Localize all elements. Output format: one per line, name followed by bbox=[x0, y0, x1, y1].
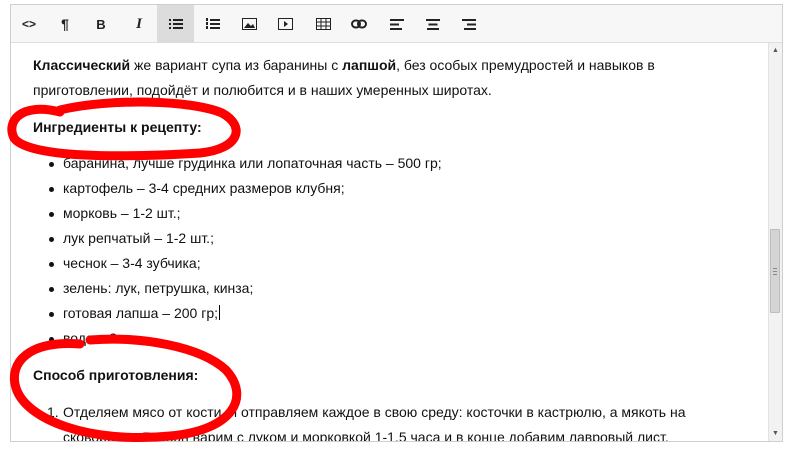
insert-video-button[interactable] bbox=[267, 5, 303, 43]
list-item: баранина, лучше грудинка или лопаточная … bbox=[33, 151, 442, 176]
bullet-list-button[interactable] bbox=[157, 5, 194, 43]
pilcrow-icon: ¶ bbox=[61, 16, 69, 32]
italic-icon: I bbox=[136, 15, 142, 32]
editor-toolbar: <> ¶ B I bbox=[11, 5, 782, 43]
scroll-up-icon[interactable]: ▲ bbox=[771, 46, 780, 55]
intro-bold-term: Классический bbox=[33, 57, 131, 73]
rich-text-editor: <> ¶ B I Классический же вариант супа из… bbox=[10, 4, 783, 442]
vertical-scrollbar[interactable]: ▲ ▼ bbox=[768, 43, 782, 441]
numbered-list-button[interactable] bbox=[195, 5, 231, 43]
image-icon bbox=[241, 18, 257, 30]
align-right-button[interactable] bbox=[451, 5, 487, 43]
link-icon bbox=[351, 19, 367, 29]
code-view-button[interactable]: <> bbox=[11, 5, 47, 43]
list-item: 1. Отделяем мясо от кости, и отправляем к… bbox=[33, 400, 733, 441]
bullet-list-icon bbox=[168, 19, 183, 29]
intro-paragraph: Классический же вариант супа из баранины… bbox=[33, 53, 723, 103]
italic-button[interactable]: I bbox=[121, 5, 157, 43]
align-left-button[interactable] bbox=[379, 5, 415, 43]
numbered-list-icon bbox=[206, 18, 220, 29]
steps-list: 1. Отделяем мясо от кости, и отправляем к… bbox=[33, 400, 733, 441]
table-icon bbox=[315, 18, 331, 30]
list-item: готовая лапша – 200 гр; bbox=[33, 301, 442, 326]
list-item: чеснок – 3-4 зубчика; bbox=[33, 251, 442, 276]
step-text: Отделяем мясо от кости, и отправляем каж… bbox=[63, 404, 686, 441]
intro-bold-noodles: лапшой bbox=[342, 57, 397, 73]
insert-table-button[interactable] bbox=[305, 5, 341, 43]
align-center-icon bbox=[426, 18, 440, 30]
bold-icon: B bbox=[96, 16, 106, 32]
text-cursor bbox=[219, 305, 221, 320]
intro-text-part: же вариант супа из баранины с bbox=[130, 57, 343, 73]
ingredients-heading: Ингредиенты к рецепту: bbox=[33, 119, 202, 135]
video-icon bbox=[277, 18, 293, 30]
paragraph-button[interactable]: ¶ bbox=[47, 5, 83, 43]
editor-content[interactable]: Классический же вариант супа из баранины… bbox=[11, 43, 768, 441]
align-center-button[interactable] bbox=[415, 5, 451, 43]
step-number: 1. bbox=[47, 404, 59, 420]
list-item: морковь – 1-2 шт.; bbox=[33, 201, 442, 226]
scroll-down-icon[interactable]: ▼ bbox=[771, 429, 780, 438]
list-item: лук репчатый – 1-2 шт.; bbox=[33, 226, 442, 251]
scroll-thumb[interactable] bbox=[770, 229, 780, 313]
list-item: картофель – 3-4 средних размеров клубня; bbox=[33, 176, 442, 201]
list-item-text: готовая лапша – 200 гр; bbox=[63, 305, 219, 321]
bold-button[interactable]: B bbox=[83, 5, 119, 43]
align-left-icon bbox=[390, 18, 404, 30]
list-item: вода – 3 л. bbox=[33, 326, 442, 351]
code-icon: <> bbox=[21, 17, 36, 31]
list-item: зелень: лук, петрушка, кинза; bbox=[33, 276, 442, 301]
align-right-icon bbox=[462, 18, 476, 30]
insert-image-button[interactable] bbox=[231, 5, 267, 43]
insert-link-button[interactable] bbox=[341, 5, 377, 43]
method-heading: Способ приготовления: bbox=[33, 367, 199, 383]
ingredients-list: баранина, лучше грудинка или лопаточная … bbox=[33, 151, 442, 351]
